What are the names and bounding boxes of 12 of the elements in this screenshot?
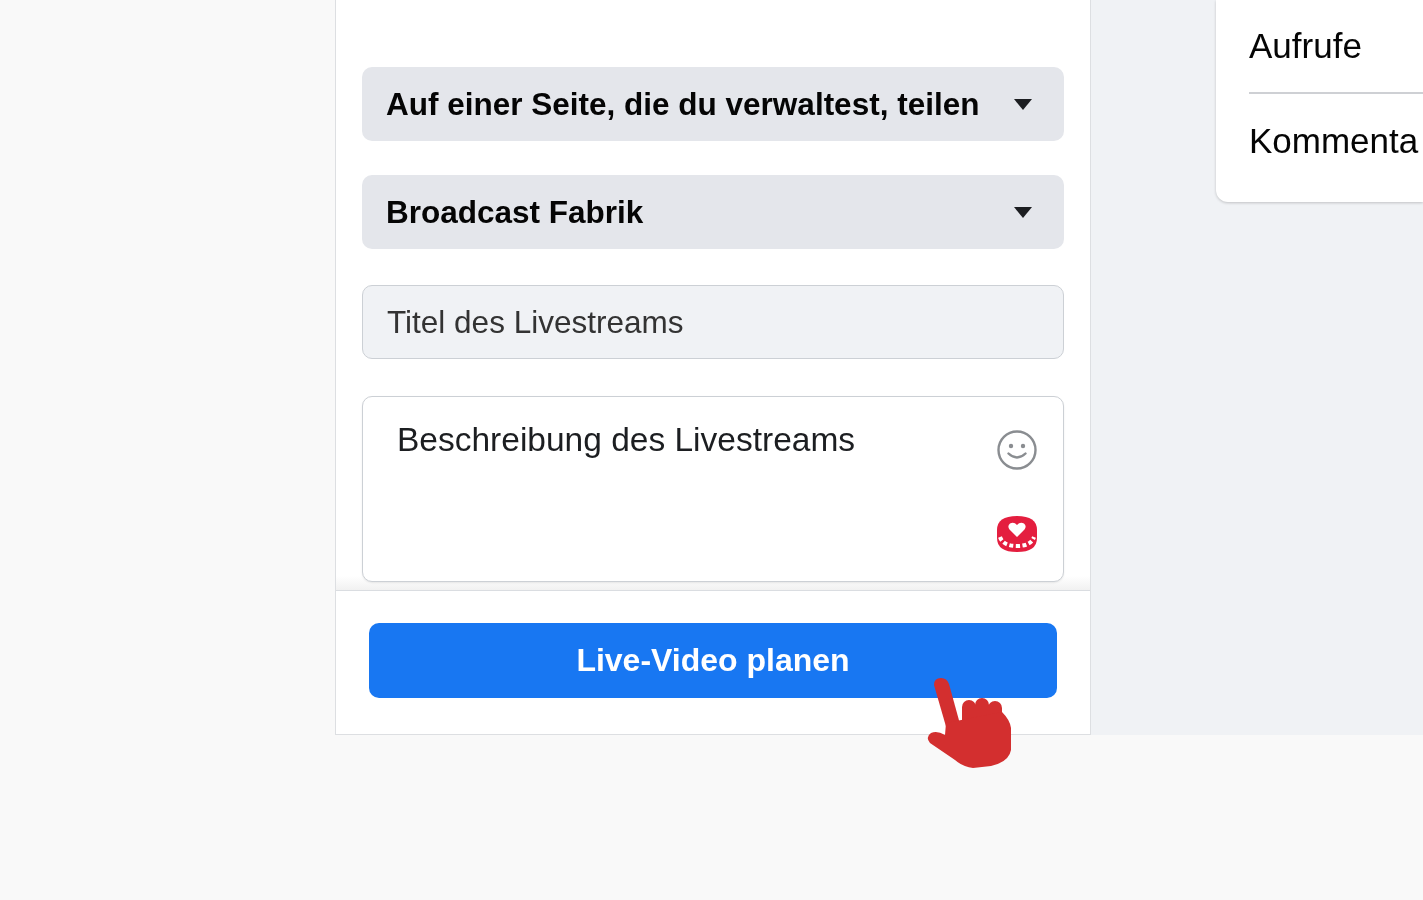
page-select[interactable]: Auf einer Seite, die du verwaltest, teilen [362,67,1064,141]
hand-pointer-icon [925,676,1013,770]
page-select[interactable]: Broadcast Fabrik [362,175,1064,249]
caret-icon [1014,98,1032,110]
stats-label[interactable]: Kommenta [1249,121,1419,161]
caret-icon [1014,206,1032,218]
heart-sticker-icon[interactable] [995,515,1039,553]
smiley-icon[interactable] [997,430,1037,470]
stats-label[interactable]: Aufrufe [1249,26,1362,66]
title-input-field[interactable]: Titel des Livestreams [362,285,1064,359]
description-field[interactable]: Beschreibung des Livestreams [362,396,1064,582]
schedule-live-video-button[interactable]: Live-Video planen [369,623,1057,698]
